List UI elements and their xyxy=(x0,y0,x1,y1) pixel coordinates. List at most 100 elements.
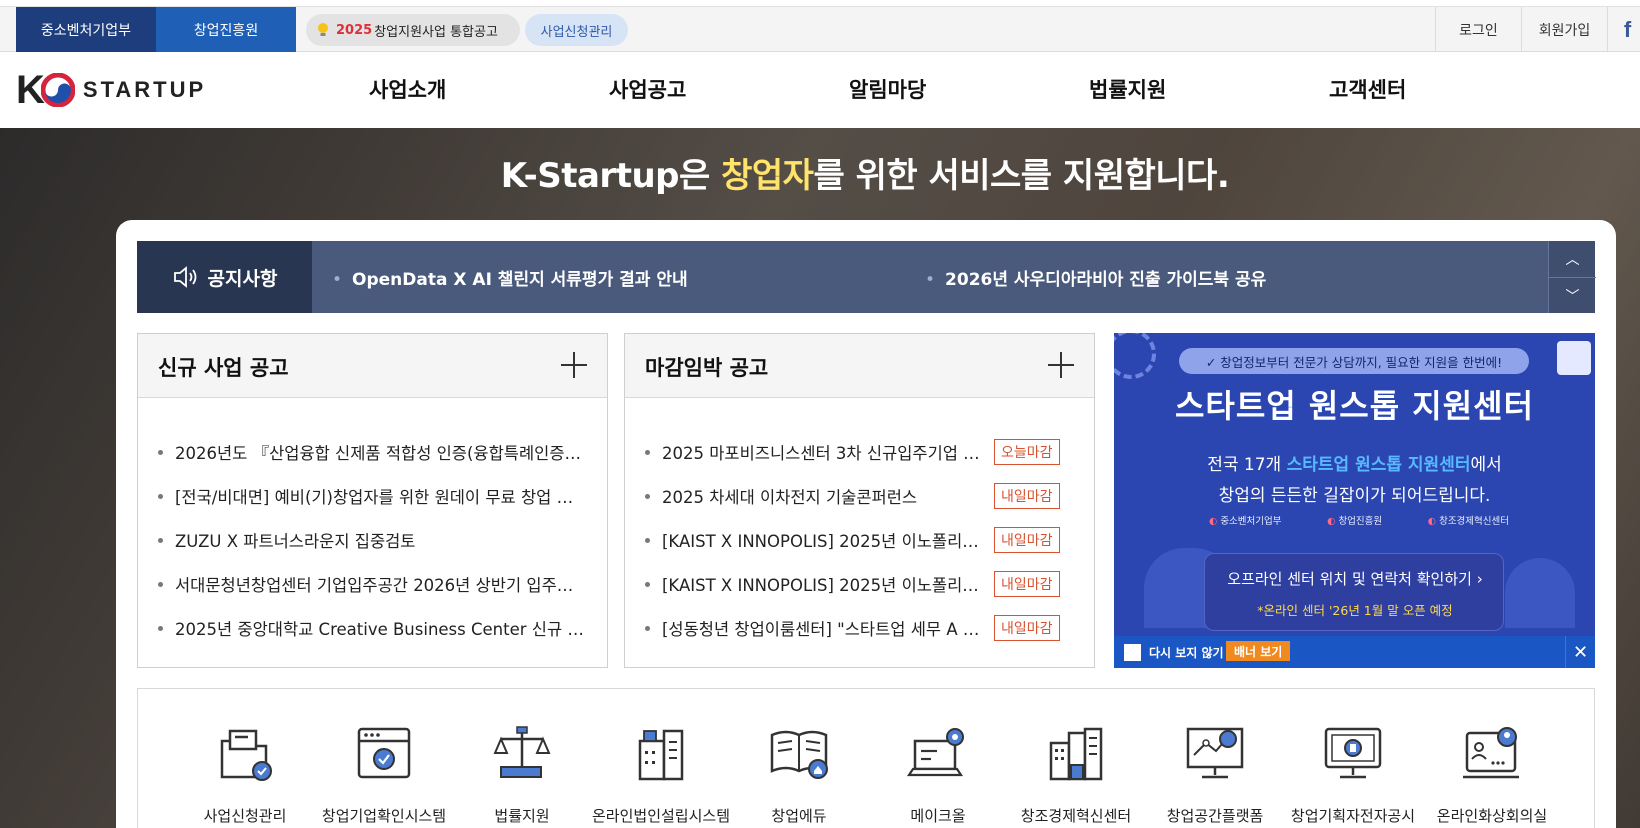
browser-check-icon xyxy=(357,727,411,779)
list-item[interactable]: ZUZU X 파트너스라운지 집중검토 xyxy=(158,518,585,562)
nav-business-intro[interactable]: 사업소개 xyxy=(369,74,446,104)
monitor-doc-icon xyxy=(1324,727,1382,779)
list-item[interactable]: 2025 차세대 이차전지 기술콘퍼런스 내일마감 xyxy=(645,474,1060,518)
logo-text: STARTUP xyxy=(82,77,207,102)
city-icon xyxy=(1049,727,1103,781)
service-label: 창업에듀 xyxy=(771,807,827,825)
hero-title: K-Startup은 창업자를 위한 서비스를 지원합니다. xyxy=(500,156,1230,196)
panel-title: 신규 사업 공고 xyxy=(158,356,289,380)
scales-icon xyxy=(493,726,551,778)
promo-year: 2025 xyxy=(336,22,373,38)
notice-next-button[interactable]: ﹀ xyxy=(1549,277,1596,313)
service-apply-management[interactable]: 사업신청관리 xyxy=(176,719,314,826)
banner-pill: ✓ 창업정보부터 전문가 상담까지, 필요한 지원을 한번에! xyxy=(1179,348,1529,374)
apply-management-link[interactable]: 사업신청관리 xyxy=(525,14,628,46)
list-item[interactable]: 서대문청년창업센터 기업입주공간 2026년 상반기 입주기업 모집 xyxy=(158,562,585,606)
announcement-list: 2026년도 『산업융합 신제품 적합성 인증(융합특례인증) 지원사업』 공고… xyxy=(158,430,585,650)
service-label: 창업기업확인시스템 xyxy=(321,807,447,825)
notice-item[interactable]: 2026년 사우디아라비아 진출 가이드북 공유 xyxy=(925,265,1266,290)
dont-show-label[interactable]: 다시 보지 않기 xyxy=(1149,644,1224,661)
nav-announcements[interactable]: 사업공고 xyxy=(609,74,686,104)
banner-title: 스타트업 원스톱 지원센터 xyxy=(1174,387,1535,425)
service-video-conference[interactable]: 온라인화상회의실 xyxy=(1423,719,1561,826)
service-accelerator-disclosure[interactable]: 창업기획자전자공시 xyxy=(1284,719,1422,826)
list-item[interactable]: [KAIST X INNOPOLIS] 2025년 이노폴리스캠퍼스 기술사업화… xyxy=(645,562,1060,606)
offline-center-link[interactable]: 오프라인 센터 위치 및 연락처 확인하기 › xyxy=(1205,568,1505,589)
deadline-list: 2025 마포비즈니스센터 3차 신규입주기업 모집 오늘마감 2025 차세대 … xyxy=(645,430,1060,650)
main-header: K STARTUP 사업소개 사업공고 알림마당 법률지원 고객센터 xyxy=(0,52,1640,128)
notice-item[interactable]: OpenData X AI 챌린지 서류평가 결과 안내 xyxy=(332,265,688,290)
integrated-announcement-link[interactable]: 2025 창업지원사업 통합공고 xyxy=(306,14,520,46)
service-startup-confirmation[interactable]: 창업기업확인시스템 xyxy=(315,719,453,826)
folder-decoration-icon xyxy=(1557,341,1591,375)
panel-header: 마감임박 공고 xyxy=(625,334,1094,398)
video-conference-icon xyxy=(1463,727,1519,779)
nav-legal-support[interactable]: 법률지원 xyxy=(1089,74,1166,104)
service-startup-space-platform[interactable]: 창업공간플랫폼 xyxy=(1146,719,1284,826)
kstartup-logo[interactable]: K STARTUP xyxy=(16,66,206,114)
service-makeall[interactable]: 메이크올 xyxy=(869,719,1007,826)
service-startup-edu[interactable]: 창업에듀 xyxy=(730,719,868,826)
list-item[interactable]: [전국/비대면] 예비(기)창업자를 위한 원데이 무료 창업 교육 xyxy=(158,474,585,518)
book-icon xyxy=(770,730,828,779)
notice-bar: 공지사항 OpenData X AI 챌린지 서류평가 결과 안내 2026년 … xyxy=(137,241,1596,313)
list-item[interactable]: [성동청년 창업이룸센터] "스타트업 세무 A to Z" 교육내일마감 xyxy=(645,606,1060,650)
service-label: 온라인화상회의실 xyxy=(1436,807,1548,825)
deadline-badge: 오늘마감 xyxy=(994,439,1060,465)
panel-title: 마감임박 공고 xyxy=(645,356,769,380)
notice-heading-label: 공지사항 xyxy=(207,267,278,290)
list-item[interactable]: 2025 마포비즈니스센터 3차 신규입주기업 모집 오늘마감 xyxy=(645,430,1060,474)
service-online-incorporation[interactable]: 온라인법인설립시스템 xyxy=(592,719,730,826)
service-label: 온라인법인설립시스템 xyxy=(592,807,731,825)
org-logo: 창업진흥원 xyxy=(1327,513,1382,527)
deadline-announcements-panel: 마감임박 공고 2025 마포비즈니스센터 3차 신규입주기업 모집 오늘마감 2… xyxy=(624,333,1095,668)
service-legal-support[interactable]: 법률지원 xyxy=(453,719,591,826)
notice-heading[interactable]: 공지사항 xyxy=(137,241,312,313)
plus-icon[interactable] xyxy=(561,352,587,378)
taegeuk-logo-icon xyxy=(40,73,75,107)
login-link[interactable]: 로그인 xyxy=(1435,7,1521,52)
deadline-badge: 내일마감 xyxy=(994,615,1060,641)
org-link-kised[interactable]: 창업진흥원 xyxy=(156,7,296,52)
online-center-note: *온라인 센터 '26년 1월 말 오픈 예정 xyxy=(1257,603,1453,618)
deadline-badge: 내일마감 xyxy=(994,527,1060,553)
lightbulb-icon xyxy=(318,23,328,36)
service-label: 메이크올 xyxy=(910,807,966,825)
facebook-icon[interactable]: f xyxy=(1607,7,1640,52)
join-link[interactable]: 회원가입 xyxy=(1521,7,1607,52)
list-item[interactable]: 2025년 중앙대학교 Creative Business Center 신규 … xyxy=(158,606,585,650)
promo-text: 창업지원사업 통합공고 xyxy=(374,24,498,40)
deadline-badge: 내일마감 xyxy=(994,571,1060,597)
org-logo: 중소벤처기업부 xyxy=(1209,513,1281,527)
notice-controls: ︿ ﹀ xyxy=(1548,241,1596,313)
chevron-down-icon: ﹀ xyxy=(1565,288,1580,305)
dont-show-checkbox[interactable] xyxy=(1124,644,1141,661)
gear-decoration-icon xyxy=(1114,333,1156,379)
banner-subtitle: 전국 17개 스타트업 원스톱 지원센터에서 xyxy=(1207,455,1502,475)
chevron-up-icon: ︿ xyxy=(1565,252,1580,268)
nav-customer-center[interactable]: 고객센터 xyxy=(1329,74,1406,104)
banner-org-logos: 중소벤처기업부 창업진흥원 창조경제혁신센터 xyxy=(1209,513,1509,527)
org-logo: 창조경제혁신센터 xyxy=(1428,513,1509,527)
service-label: 창업기획자전자공시 xyxy=(1290,807,1416,825)
onestop-center-banner[interactable]: ✓ 창업정보부터 전문가 상담까지, 필요한 지원을 한번에! 스타트업 원스톱… xyxy=(1114,333,1595,668)
org-link-mss[interactable]: 중소벤처기업부 xyxy=(16,7,156,52)
building-icon xyxy=(638,729,684,781)
list-item[interactable]: 2026년도 『산업융합 신제품 적합성 인증(융합특례인증) 지원사업』 공고 xyxy=(158,430,585,474)
folder-check-icon xyxy=(220,729,272,781)
service-creative-economy-center[interactable]: 창조경제혁신센터 xyxy=(1007,719,1145,826)
person-illustration xyxy=(1505,558,1575,628)
service-label: 창업공간플랫폼 xyxy=(1166,807,1264,825)
list-item[interactable]: [KAIST X INNOPOLIS] 2025년 이노폴리스캠퍼스 참여기업 … xyxy=(645,518,1060,562)
banner-bottom-bar: 다시 보지 않기 배너 보기 ✕ xyxy=(1114,636,1595,668)
service-label: 법률지원 xyxy=(494,807,550,825)
top-utility-bar: 중소벤처기업부 창업진흥원 2025 창업지원사업 통합공고 사업신청관리 로그… xyxy=(0,6,1640,52)
plus-icon[interactable] xyxy=(1048,352,1074,378)
view-banner-button[interactable]: 배너 보기 xyxy=(1226,641,1291,661)
close-icon[interactable]: ✕ xyxy=(1565,636,1595,668)
banner-subtitle: 창업의 든든한 길잡이가 되어드립니다. xyxy=(1218,486,1491,506)
nav-notices[interactable]: 알림마당 xyxy=(849,74,926,104)
notice-prev-button[interactable]: ︿ xyxy=(1549,241,1596,277)
monitor-map-icon xyxy=(1186,727,1244,779)
panel-header: 신규 사업 공고 xyxy=(138,334,607,398)
